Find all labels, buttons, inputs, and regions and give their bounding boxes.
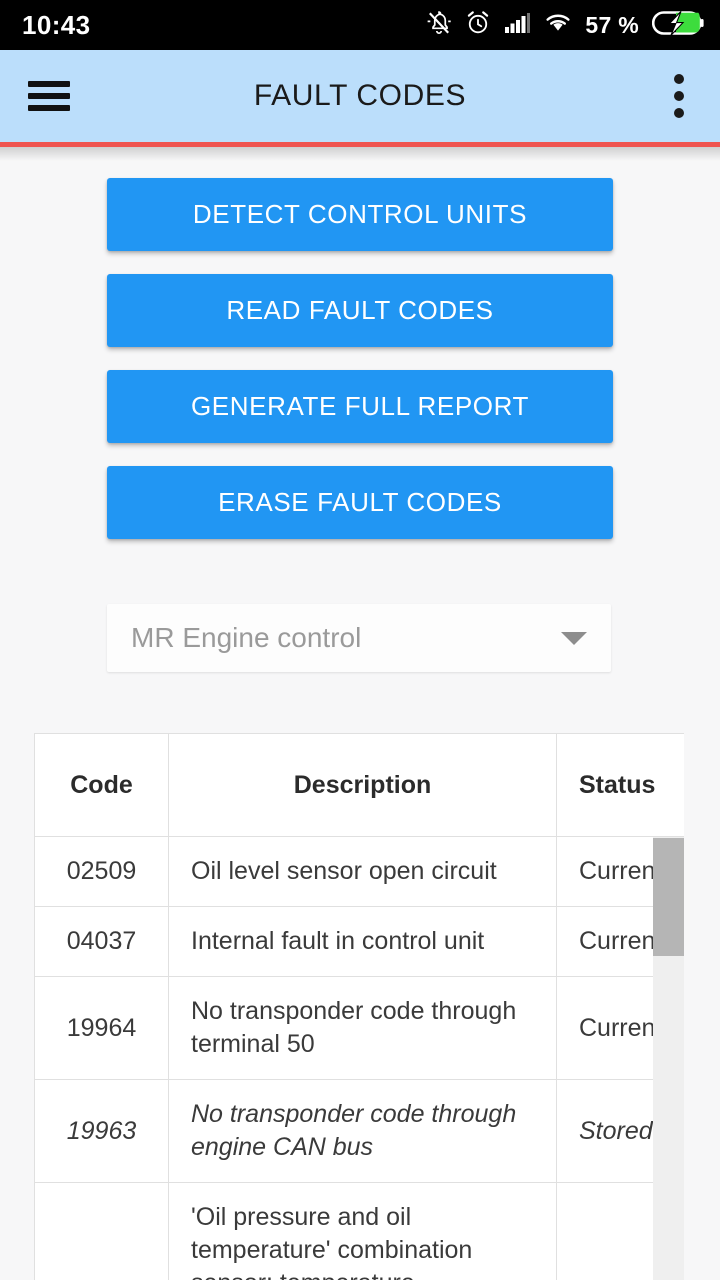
- chevron-down-icon: [561, 631, 587, 645]
- generate-full-report-button[interactable]: GENERATE FULL REPORT: [107, 370, 613, 443]
- read-fault-codes-button[interactable]: READ FAULT CODES: [107, 274, 613, 347]
- action-button-stack: DETECT CONTROL UNITS READ FAULT CODES GE…: [107, 178, 613, 539]
- table-row[interactable]: 19964 No transponder code through termin…: [34, 976, 684, 1080]
- control-unit-selector[interactable]: MR Engine control: [107, 604, 611, 672]
- status-icons-group: 57 %: [426, 8, 704, 43]
- status-bar: 10:43 57 %: [0, 0, 720, 50]
- page-title: FAULT CODES: [253, 79, 467, 112]
- cell-description: Oil level sensor open circuit: [168, 836, 557, 907]
- fault-code-table-container[interactable]: Code Description Status 02509 Oil level …: [34, 733, 684, 1280]
- table-header-row: Code Description Status: [34, 733, 684, 837]
- table-row[interactable]: 19963 No transponder code through engine…: [34, 1079, 684, 1183]
- column-header-code: Code: [34, 733, 169, 837]
- cell-description: Internal fault in control unit: [168, 906, 557, 977]
- cell-code: 19963: [34, 1079, 169, 1183]
- table-row[interactable]: 04037 Internal fault in control unit Cur…: [34, 906, 684, 977]
- erase-fault-codes-button[interactable]: ERASE FAULT CODES: [107, 466, 613, 539]
- control-unit-selected-value: MR Engine control: [131, 622, 362, 653]
- cell-description: No transponder code through terminal 50: [168, 976, 557, 1080]
- cell-description: No transponder code through engine CAN b…: [168, 1079, 557, 1183]
- status-time: 10:43: [22, 9, 91, 40]
- table-body: 02509 Oil level sensor open circuit Curr…: [34, 836, 684, 1280]
- hamburger-menu-icon[interactable]: [28, 81, 70, 111]
- cell-code: 19964: [34, 976, 169, 1080]
- detect-control-units-button[interactable]: DETECT CONTROL UNITS: [107, 178, 613, 251]
- app-bar: FAULT CODES: [0, 50, 720, 142]
- battery-percent-label: 57 %: [585, 11, 639, 38]
- alarm-clock-icon: [465, 10, 491, 41]
- cellular-signal-icon: [504, 11, 531, 40]
- appbar-shadow: [0, 147, 720, 161]
- fault-code-table: Code Description Status 02509 Oil level …: [34, 733, 684, 1280]
- wifi-icon: [544, 11, 572, 40]
- cell-code: 04037: [34, 906, 169, 977]
- bell-off-icon: [426, 10, 452, 41]
- table-header: Code Description Status: [34, 733, 684, 837]
- cell-code: [34, 1182, 169, 1280]
- cell-description: 'Oil pressure and oil temperature' combi…: [168, 1182, 557, 1280]
- overflow-menu-icon[interactable]: [674, 74, 684, 118]
- cell-code: 02509: [34, 836, 169, 907]
- table-scrollbar-thumb[interactable]: [653, 838, 684, 956]
- table-row[interactable]: 02509 Oil level sensor open circuit Curr…: [34, 836, 684, 907]
- battery-charging-icon: [651, 8, 704, 43]
- column-header-description: Description: [168, 733, 557, 837]
- column-header-status: Status: [556, 733, 684, 837]
- table-row[interactable]: 'Oil pressure and oil temperature' combi…: [34, 1182, 684, 1280]
